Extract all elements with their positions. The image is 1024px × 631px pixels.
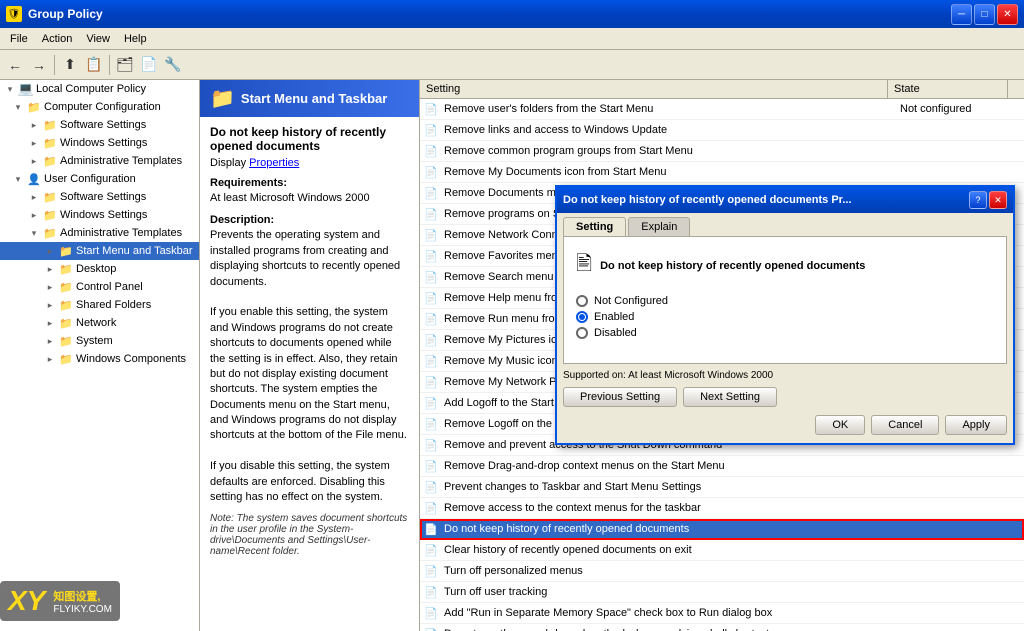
dialog-setting-title: Do not keep history of recently opened d… [600,260,865,272]
dialog-title-bar: Do not keep history of recently opened d… [557,187,1013,213]
dialog-tabs: Setting Explain [557,213,1013,236]
dialog-supported-text: At least Microsoft Windows 2000 [628,370,773,381]
dialog-window-controls: ? ✕ [969,191,1007,209]
dialog-title-text: Do not keep history of recently opened d… [563,194,965,206]
dialog-setting-icon: 🖹 [576,249,592,283]
watermark-xy: XY [8,585,45,617]
dialog-content: 🖹 Do not keep history of recently opened… [563,236,1007,364]
radio-btn-enabled[interactable] [576,311,588,323]
watermark-text1: 知图设置, [53,588,112,604]
dialog-supported-section: Supported on: At least Microsoft Windows… [557,370,1013,385]
dialog-tab-explain[interactable]: Explain [628,217,690,236]
radio-btn-disabled[interactable] [576,327,588,339]
watermark-url: FLYIKY.COM [53,604,112,615]
dialog-setting-header: 🖹 Do not keep history of recently opened… [576,249,994,283]
radio-label-enabled: Enabled [594,311,634,323]
ok-button[interactable]: OK [815,415,865,435]
watermark: XY 知图设置, FLYIKY.COM [0,581,120,621]
dialog-help-button[interactable]: ? [969,191,987,209]
dialog-supported-label: Supported on: [563,370,626,381]
radio-label-disabled: Disabled [594,327,637,339]
dialog-nav-section: Previous Setting Next Setting [557,385,1013,411]
previous-setting-button[interactable]: Previous Setting [563,387,677,407]
cancel-button[interactable]: Cancel [871,415,939,435]
radio-group: Not Configured Enabled Disabled [576,295,994,339]
apply-button[interactable]: Apply [945,415,1007,435]
radio-label-not-configured: Not Configured [594,295,668,307]
radio-disabled[interactable]: Disabled [576,327,994,339]
dialog-overlay: Do not keep history of recently opened d… [0,0,1024,631]
radio-not-configured[interactable]: Not Configured [576,295,994,307]
dialog-actions: OK Cancel Apply [557,411,1013,443]
policy-dialog: Do not keep history of recently opened d… [555,185,1015,445]
next-setting-button[interactable]: Next Setting [683,387,777,407]
dialog-close-button[interactable]: ✕ [989,191,1007,209]
radio-enabled[interactable]: Enabled [576,311,994,323]
dialog-tab-setting[interactable]: Setting [563,217,626,236]
radio-btn-not-configured[interactable] [576,295,588,307]
